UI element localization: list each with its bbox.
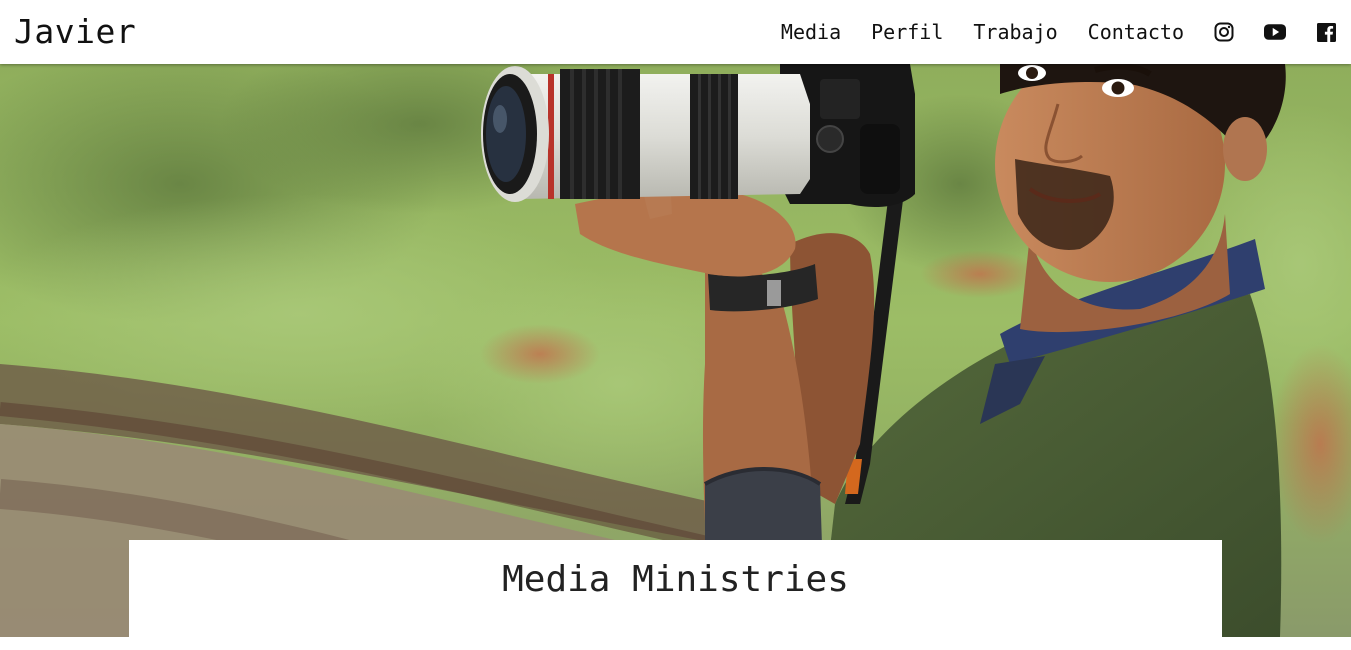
nav-link-contacto[interactable]: Contacto — [1088, 20, 1184, 44]
card-title: Media Ministries — [502, 559, 849, 600]
nav-link-perfil[interactable]: Perfil — [871, 20, 943, 44]
site-header: Javier Media Perfil Trabajo Contacto — [0, 0, 1351, 64]
instagram-icon[interactable] — [1213, 21, 1235, 43]
facebook-icon[interactable] — [1315, 21, 1337, 43]
main-nav: Media Perfil Trabajo Contacto — [781, 0, 1337, 64]
nav-link-trabajo[interactable]: Trabajo — [973, 20, 1057, 44]
content-card: Media Ministries — [129, 540, 1222, 650]
brand-logo[interactable]: Javier — [14, 12, 136, 52]
youtube-icon[interactable] — [1264, 21, 1286, 43]
nav-link-media[interactable]: Media — [781, 20, 841, 44]
